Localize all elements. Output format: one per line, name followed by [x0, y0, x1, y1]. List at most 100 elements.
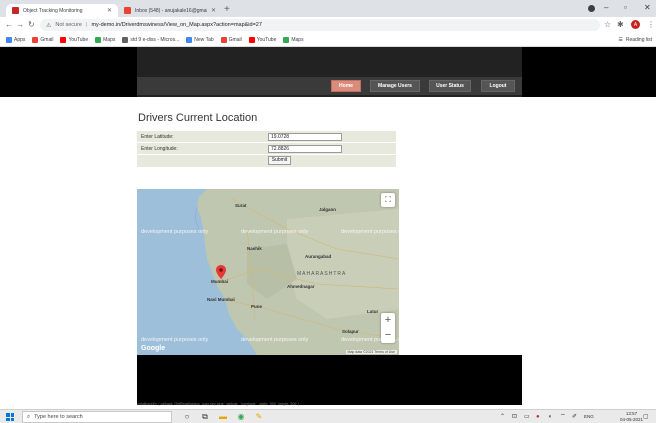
city-label-surat: Surat [235, 203, 247, 208]
forward-icon[interactable]: → [16, 20, 24, 29]
pinned-app-icon[interactable]: ✎ [254, 412, 264, 422]
nav-manage-users-button[interactable]: Manage Users [370, 80, 420, 92]
new-tab-icon [186, 36, 193, 43]
tab-object-tracking[interactable]: Object Tracking Monitoring ✕ [6, 4, 118, 17]
minimize-button[interactable]: – [604, 3, 608, 13]
bookmark-youtube[interactable]: YouTube [60, 36, 88, 43]
dev-watermark: development purposes only [341, 229, 399, 235]
close-tab-icon[interactable]: ✕ [107, 7, 112, 14]
zoom-control: + − [381, 313, 395, 343]
close-window-button[interactable]: ✕ [644, 3, 651, 13]
cortana-icon[interactable]: ○ [182, 412, 192, 422]
screen: Object Tracking Monitoring ✕ Inbox (548)… [0, 0, 656, 423]
youtube-icon [60, 36, 67, 43]
submit-row: Submit [137, 155, 396, 167]
site-navbar: Home Manage Users User Status Logout [137, 77, 522, 95]
back-icon[interactable]: ← [5, 20, 13, 29]
longitude-input[interactable]: 72.8826 [268, 145, 342, 153]
address-bar[interactable]: ⚠ Not secure | my-demo.in/Driverdmswines… [40, 19, 600, 31]
file-explorer-icon[interactable]: ▬ [218, 412, 228, 422]
zoom-in-button[interactable]: + [381, 313, 395, 328]
bookmark-new-tab[interactable]: New Tab [186, 36, 214, 43]
city-label-solapur: Solapur [342, 329, 359, 334]
latitude-label: Enter Latitude: [141, 134, 174, 140]
reading-list-button[interactable]: ☰ Reading list [618, 37, 652, 43]
youtube-icon [248, 36, 255, 43]
wifi-icon[interactable]: ⌔ [560, 412, 566, 422]
tab-search-icon[interactable] [588, 5, 595, 12]
dev-watermark: development purposes only [141, 229, 209, 235]
bookmark-label: Apps [14, 36, 26, 43]
bookmark-gmail[interactable]: Gmail [32, 36, 53, 43]
gmail-icon [32, 36, 39, 43]
extensions-icon[interactable]: ✱ [617, 20, 624, 29]
state-label: MAHARASHTRA [297, 271, 347, 277]
dev-watermark: development purposes only [141, 337, 209, 343]
app-tray-icon[interactable]: ● [536, 412, 540, 422]
language-indicator[interactable]: ENG [584, 412, 594, 422]
bookmark-youtube-2[interactable]: YouTube [248, 36, 276, 43]
network-icon[interactable]: ⊡ [512, 412, 517, 422]
meet-icon[interactable]: ▭ [524, 412, 530, 422]
city-label-latur: Latur [367, 309, 379, 314]
city-label-navi-mumbai: Navi Mumbai [207, 297, 235, 302]
bookmark-maps-2[interactable]: Maps [283, 36, 304, 43]
nav-logout-button[interactable]: Logout [481, 80, 515, 92]
bookmark-maps[interactable]: Maps [95, 36, 115, 43]
profile-avatar[interactable]: A [631, 20, 640, 29]
web-page: Home Manage Users User Status Logout Dri… [0, 47, 656, 409]
gmail-icon [220, 36, 227, 43]
reading-list-icon: ☰ [618, 37, 623, 43]
bookmark-std9[interactable]: std 9 e-diss - Micros... [122, 36, 180, 43]
maps-icon [95, 36, 102, 43]
pen-icon[interactable]: ✐ [572, 412, 577, 422]
city-label-aurangabad: Aurangabad [305, 254, 332, 259]
maximize-button[interactable]: ▫ [624, 3, 627, 13]
map-attribution[interactable]: Map data ©2021 Terms of Use [345, 350, 397, 354]
document-icon [122, 36, 129, 43]
new-tab-button[interactable]: + [224, 4, 230, 15]
bookmark-label: Gmail [228, 36, 242, 43]
maps-icon [283, 36, 290, 43]
city-label-nashik: Nashik [247, 246, 262, 251]
location-marker-icon[interactable] [216, 265, 226, 279]
bookmark-gmail-2[interactable]: Gmail [220, 36, 242, 43]
bookmark-label: New Tab [194, 36, 214, 43]
reading-list-label: Reading list [625, 37, 652, 43]
menu-icon[interactable]: ⋮ [647, 20, 655, 29]
google-map[interactable]: development purposes only development pu… [137, 189, 399, 355]
nav-user-status-button[interactable]: User Status [429, 80, 471, 92]
city-label-mumbai: Mumbai [211, 279, 229, 284]
bookmark-label: std 9 e-diss - Micros... [130, 36, 180, 43]
chrome-icon[interactable]: ◉ [236, 412, 246, 422]
zoom-out-button[interactable]: − [381, 328, 395, 343]
google-logo: Google [141, 345, 166, 352]
browser-tab-strip: Object Tracking Monitoring ✕ Inbox (548)… [0, 0, 656, 17]
search-icon: ⌕ [27, 413, 31, 420]
submit-button[interactable]: Submit [268, 156, 291, 165]
task-view-icon[interactable]: ⧉ [200, 412, 210, 422]
tab-title: Inbox (548) - anujakale16@gmail [135, 7, 207, 14]
map-terrain [194, 189, 399, 355]
taskbar-search[interactable]: ⌕ Type here to search [22, 411, 172, 423]
longitude-label: Enter Longitude: [141, 146, 178, 152]
dev-watermark: development purposes only [241, 337, 309, 343]
tab-gmail-inbox[interactable]: Inbox (548) - anujakale16@gmail ✕ [118, 4, 222, 17]
city-label-ahmednagar: Ahmednagar [287, 284, 315, 289]
fullscreen-button[interactable]: ⛶ [381, 193, 395, 207]
volume-icon[interactable]: ◖ [548, 412, 552, 422]
nav-home-button[interactable]: Home [331, 80, 361, 92]
windows-start-icon[interactable] [6, 413, 14, 421]
reload-icon[interactable]: ↻ [28, 20, 35, 29]
latitude-input[interactable]: 19.0728 [268, 133, 342, 141]
tray-expand-icon[interactable]: ⌃ [500, 412, 505, 422]
taskbar-search-placeholder: Type here to search [34, 414, 83, 420]
longitude-row: Enter Longitude: 72.8826 [137, 143, 396, 154]
star-bookmark-icon[interactable]: ☆ [604, 20, 611, 29]
close-tab-icon[interactable]: ✕ [211, 7, 216, 14]
bookmark-apps[interactable]: Apps [6, 36, 26, 43]
notifications-icon[interactable]: ▢ [643, 412, 649, 422]
system-clock[interactable]: 13:57 04-05-2021 [620, 411, 643, 423]
latitude-row: Enter Latitude: 19.0728 [137, 131, 396, 142]
address-separator: | [86, 22, 88, 28]
